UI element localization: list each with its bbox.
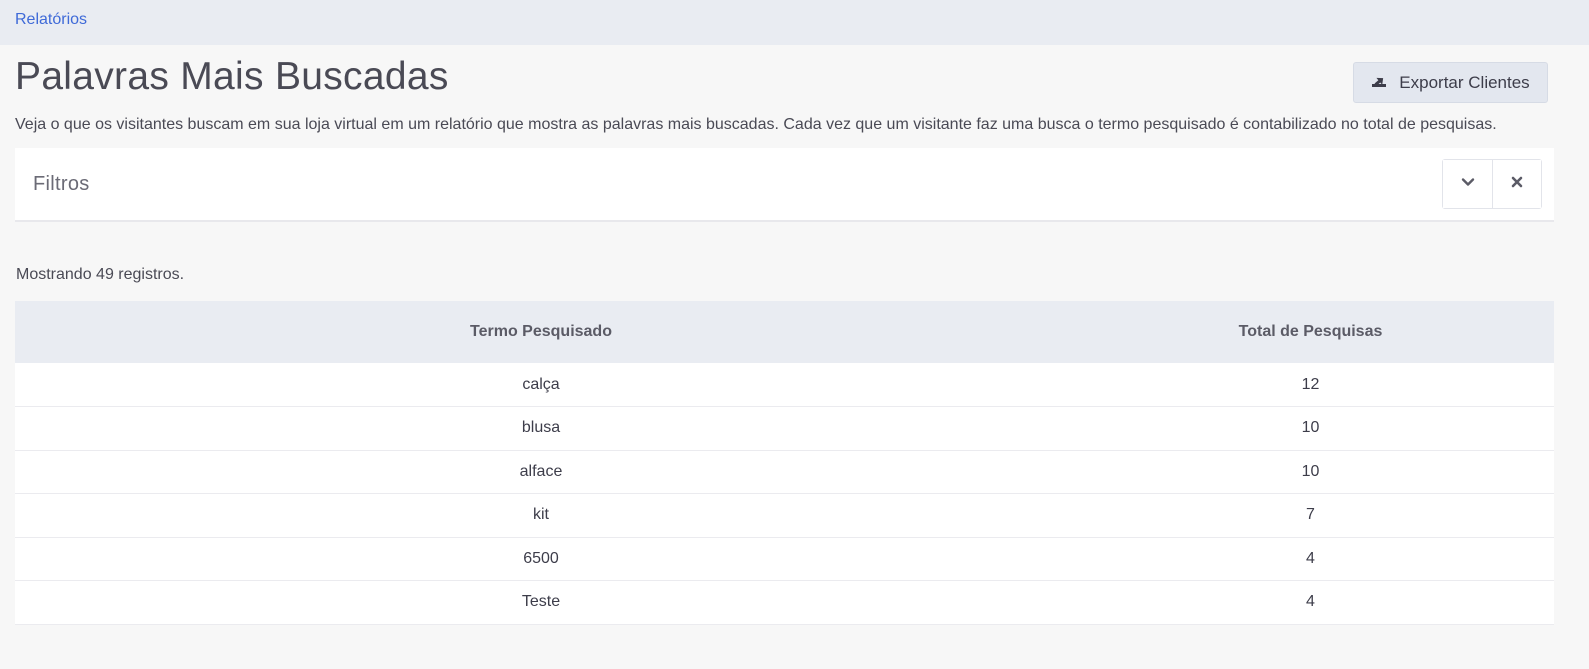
cell-term: 6500 [15,537,1067,581]
table-row: 6500 4 [15,537,1554,581]
cell-term: calça [15,363,1067,407]
cell-term: Teste [15,580,1067,625]
column-header-total[interactable]: Total de Pesquisas [1067,301,1554,363]
table-row: blusa 10 [15,406,1554,451]
cell-total: 7 [1067,493,1554,538]
export-icon [1371,72,1387,93]
page-title: Palavras Mais Buscadas [15,55,449,98]
cell-total: 4 [1067,580,1554,625]
cell-term: alface [15,450,1067,494]
cell-term: kit [15,493,1067,538]
table-row: calça 12 [15,363,1554,407]
table-row: Teste 4 [15,580,1554,625]
cell-term: blusa [15,406,1067,451]
column-header-term[interactable]: Termo Pesquisado [15,301,1067,363]
table-row: kit 7 [15,493,1554,538]
search-terms-table: Termo Pesquisado Total de Pesquisas calç… [15,301,1554,625]
chevron-down-icon [1461,175,1475,194]
cell-total: 12 [1067,363,1554,407]
breadcrumb-bar: Relatórios [0,0,1589,45]
page-header: Palavras Mais Buscadas Exportar Clientes… [0,45,1589,136]
filters-panel: Filtros [15,148,1554,222]
export-clients-button[interactable]: Exportar Clientes [1353,62,1548,103]
filters-close-button[interactable] [1492,160,1541,208]
filters-actions [1442,159,1542,209]
table-row: alface 10 [15,450,1554,494]
breadcrumb-link-reports[interactable]: Relatórios [15,11,87,29]
cell-total: 10 [1067,406,1554,451]
records-count: Mostrando 49 registros. [16,266,185,283]
cell-total: 4 [1067,537,1554,581]
close-icon [1510,175,1524,194]
export-button-label: Exportar Clientes [1399,72,1530,92]
filters-expand-button[interactable] [1443,160,1492,208]
cell-total: 10 [1067,450,1554,494]
search-terms-table-container: Termo Pesquisado Total de Pesquisas calç… [15,301,1554,625]
page-description: Veja o que os visitantes buscam em sua l… [15,116,1497,133]
filters-title: Filtros [33,172,90,195]
table-header-row: Termo Pesquisado Total de Pesquisas [15,301,1554,363]
